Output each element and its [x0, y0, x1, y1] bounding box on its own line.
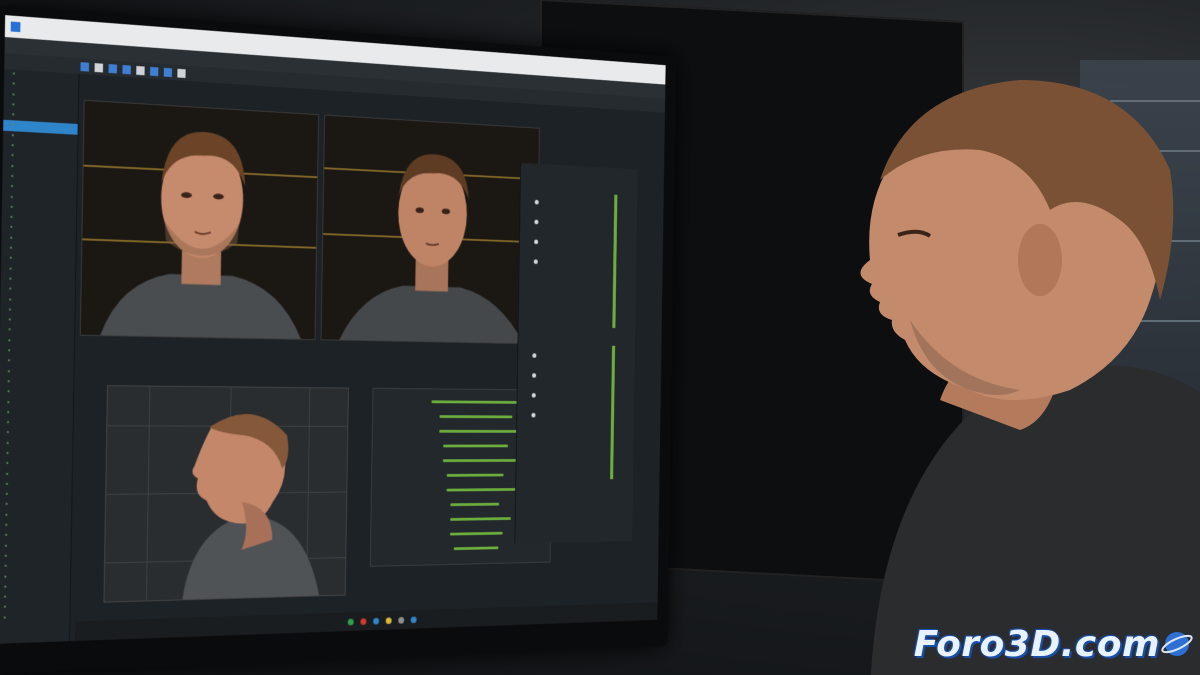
head-render-right — [339, 152, 524, 344]
main-monitor — [0, 4, 677, 675]
front-viewport-left — [79, 99, 320, 341]
globe-orbit-icon — [1161, 632, 1193, 656]
app-icon — [10, 21, 21, 33]
watermark-text: Foro3D.com — [913, 624, 1160, 665]
head-render-left — [100, 129, 302, 339]
front-viewport-right — [320, 114, 540, 345]
head-profile-render — [182, 413, 321, 600]
man-viewer — [860, 80, 1200, 675]
scene-outliner — [0, 68, 80, 644]
viewport-row — [79, 99, 540, 345]
photo-scene: Foro3D.com — [0, 0, 1200, 675]
software-screen — [0, 15, 666, 644]
side-viewport — [103, 385, 349, 603]
properties-panel — [514, 162, 638, 544]
